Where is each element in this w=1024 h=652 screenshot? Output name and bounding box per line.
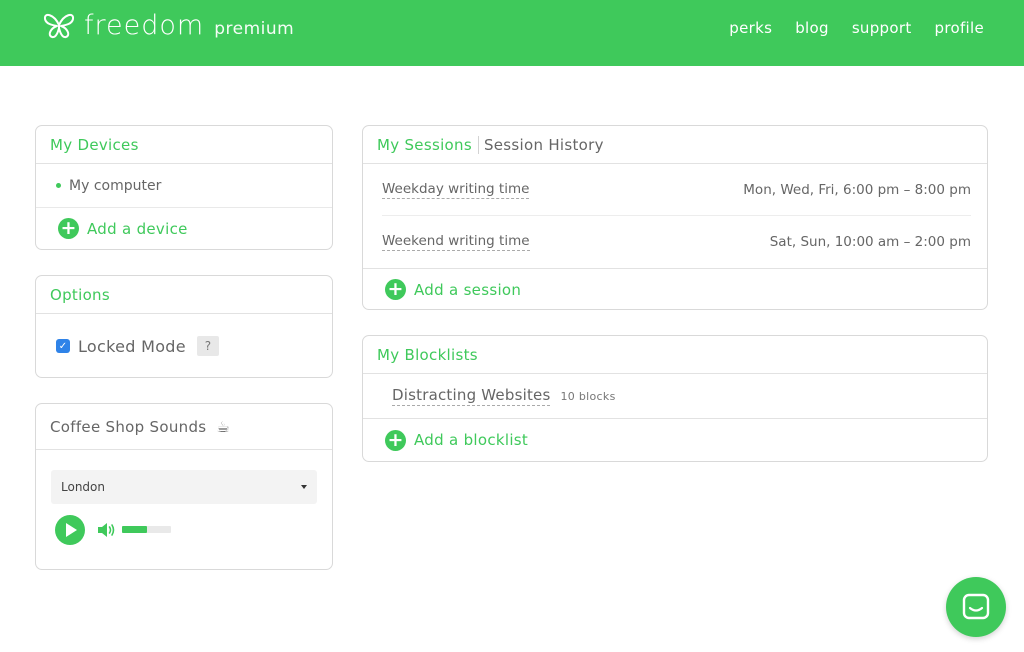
plus-circle-icon: + [58, 218, 79, 239]
location-select[interactable]: London [51, 470, 317, 504]
chat-icon [962, 593, 990, 620]
blocklist-count: 10 blocks [560, 389, 616, 403]
coffee-cup-icon: ☕ [216, 417, 231, 436]
volume-fill [122, 526, 147, 533]
locked-mode-row: ✓ Locked Mode ? [36, 314, 332, 378]
locked-mode-help-button[interactable]: ? [196, 336, 219, 356]
coffee-shop-sounds-card: Coffee Shop Sounds ☕ London [35, 403, 333, 570]
devices-title: My Devices [36, 126, 332, 164]
add-blocklist-label: Add a blocklist [414, 431, 529, 449]
add-session-button[interactable]: + Add a session [363, 268, 987, 310]
top-header: freedom premium perks blog support profi… [0, 0, 1024, 66]
add-device-button[interactable]: + Add a device [36, 208, 332, 249]
speaker-icon[interactable] [96, 521, 116, 539]
locked-mode-label[interactable]: Locked Mode [78, 337, 186, 356]
chevron-down-icon [301, 485, 307, 489]
sessions-tabs: My Sessions Session History [363, 126, 987, 164]
session-schedule: Sat, Sun, 10:00 am – 2:00 pm [769, 234, 971, 250]
freedom-logo[interactable]: freedom premium [42, 10, 294, 41]
add-blocklist-button[interactable]: + Add a blocklist [363, 419, 987, 461]
blocklist-item[interactable]: Distracting Websites 10 blocks [363, 374, 987, 419]
location-selected-value: London [61, 480, 105, 494]
nav-perks[interactable]: perks [729, 19, 772, 37]
session-name[interactable]: Weekday writing time [382, 181, 530, 199]
plus-circle-icon: + [385, 429, 406, 451]
tab-session-history[interactable]: Session History [479, 136, 604, 154]
nav-support[interactable]: support [852, 19, 912, 37]
device-item[interactable]: My computer [36, 164, 332, 208]
options-title: Options [36, 276, 332, 314]
session-schedule: Mon, Wed, Fri, 6:00 pm – 8:00 pm [743, 181, 971, 198]
play-button[interactable] [55, 515, 85, 545]
tab-my-sessions[interactable]: My Sessions [377, 135, 479, 154]
nav-profile[interactable]: profile [935, 19, 984, 37]
session-name[interactable]: Weekend writing time [382, 233, 530, 251]
top-nav: perks blog support profile [729, 19, 984, 37]
logo-plan: premium [214, 19, 295, 39]
options-card: Options ✓ Locked Mode ? [35, 275, 333, 378]
device-name: My computer [69, 177, 162, 194]
add-session-label: Add a session [414, 280, 522, 299]
session-list: Weekday writing time Mon, Wed, Fri, 6:00… [363, 164, 987, 268]
session-item[interactable]: Weekday writing time Mon, Wed, Fri, 6:00… [382, 164, 971, 216]
volume-slider[interactable] [122, 526, 171, 533]
chat-launcher-button[interactable] [946, 577, 1006, 637]
my-sessions-card: My Sessions Session History Weekday writ… [362, 125, 988, 310]
session-item[interactable]: Weekend writing time Sat, Sun, 10:00 am … [382, 216, 971, 268]
my-devices-card: My Devices My computer + Add a device [35, 125, 333, 250]
coffee-title: Coffee Shop Sounds [50, 417, 207, 436]
my-blocklists-card: My Blocklists Distracting Websites 10 bl… [362, 335, 988, 462]
blocklist-name[interactable]: Distracting Websites [392, 386, 551, 406]
coffee-header: Coffee Shop Sounds ☕ [36, 404, 332, 450]
logo-wordmark: freedom [84, 10, 205, 41]
plus-circle-icon: + [385, 279, 406, 300]
nav-blog[interactable]: blog [795, 19, 829, 37]
locked-mode-checkbox[interactable]: ✓ [56, 339, 70, 353]
butterfly-icon [43, 13, 75, 38]
online-dot-icon [56, 183, 61, 188]
blocklists-title: My Blocklists [363, 336, 987, 374]
add-device-label: Add a device [87, 219, 188, 238]
